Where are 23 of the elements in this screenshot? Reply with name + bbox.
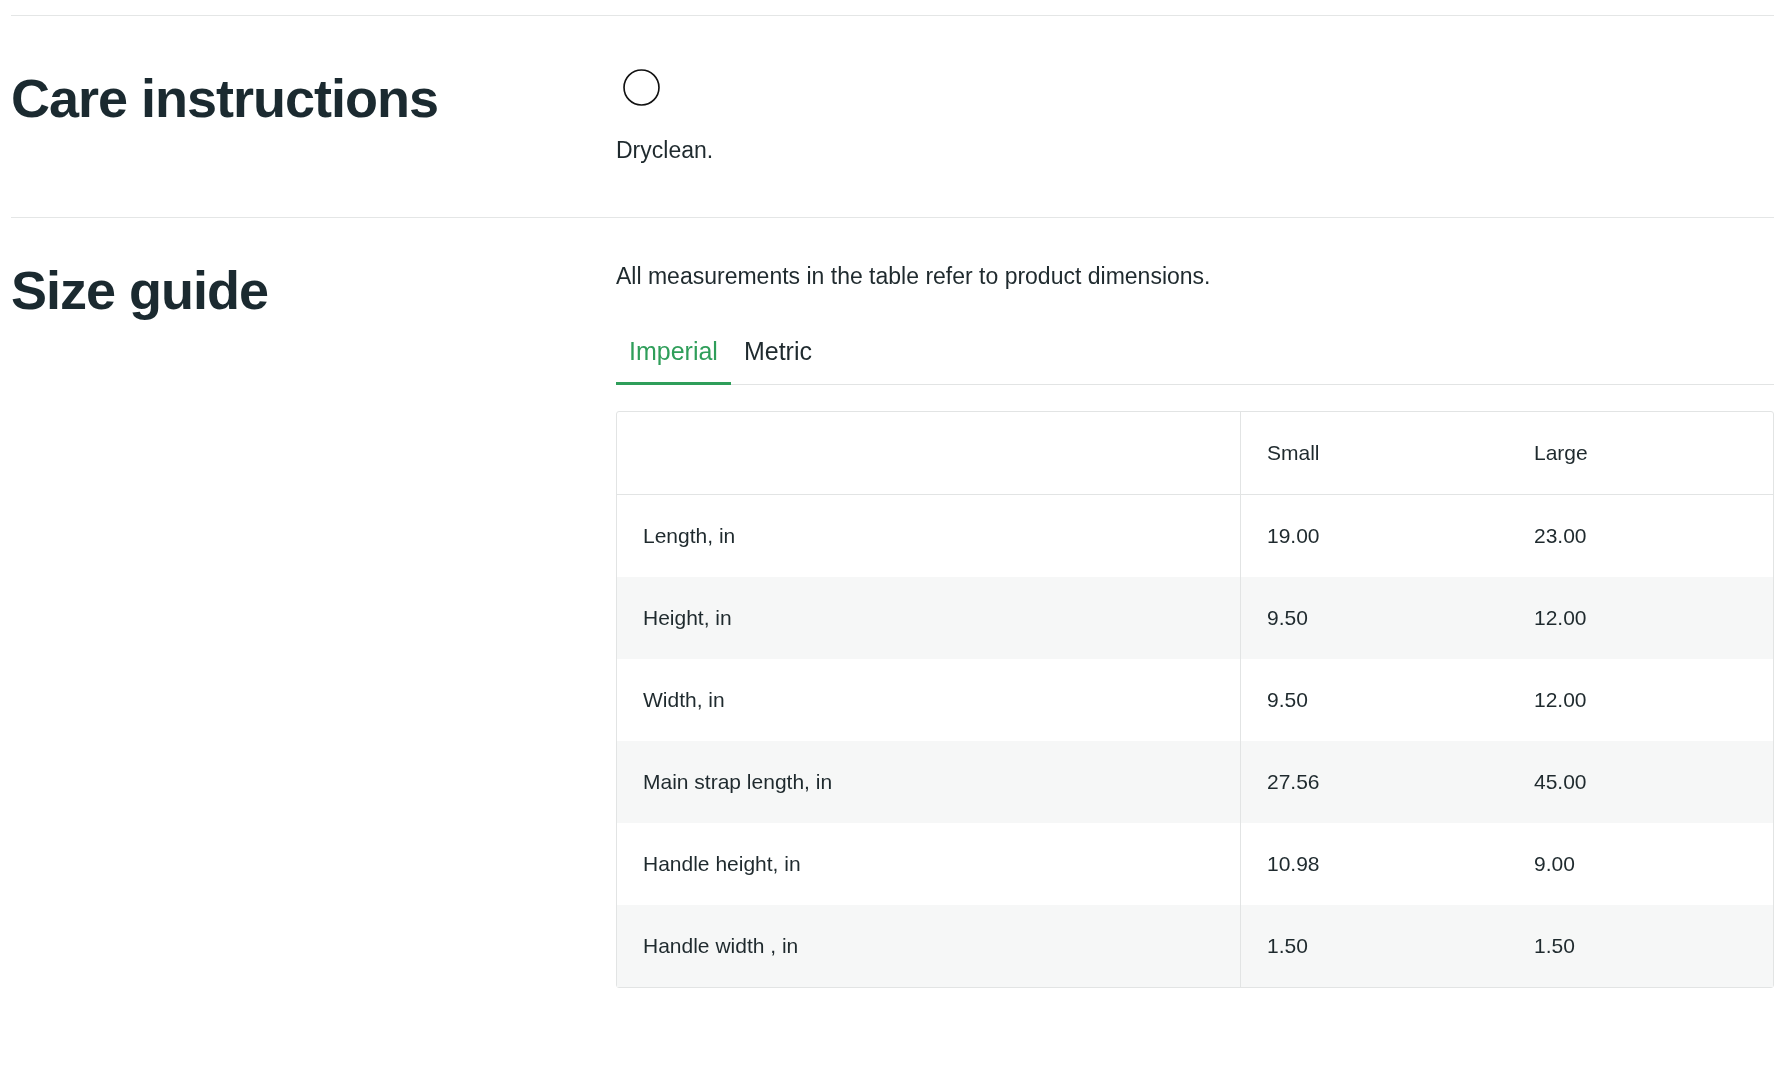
table-cell-text: 9.00 (1533, 851, 1576, 877)
table-cell-text: 9.50 (1266, 605, 1309, 631)
table-cell-text: 10.98 (1266, 851, 1321, 877)
section-heading: Size guide (11, 259, 270, 322)
column-header: Small (1266, 440, 1321, 466)
section-heading: Care instructions (11, 67, 440, 130)
intro-text: All measurements in the table refer to product dimensions. (616, 262, 1212, 291)
circle-icon (623, 69, 660, 106)
table-cell-text: 9.50 (1266, 687, 1309, 713)
row-label: Main strap length, in (617, 741, 1241, 823)
unit-tab[interactable]: Metric (730, 331, 825, 385)
column-header: Large (1533, 440, 1589, 466)
table-cell-text: 45.00 (1533, 769, 1588, 795)
table-cell-text: 1.50 (1533, 933, 1576, 959)
row-label: Height, in (617, 577, 1241, 659)
table-cell-text: 12.00 (1533, 605, 1588, 631)
table-cell-text: 23.00 (1533, 523, 1588, 549)
table-cell-text: 27.56 (1266, 769, 1321, 795)
row-label: Handle width , in (617, 905, 1241, 987)
table-cell-text: 19.00 (1266, 523, 1321, 549)
table-cell-text: 1.50 (1266, 933, 1309, 959)
care-text: Dryclean. (616, 136, 715, 165)
table-cell-text: 12.00 (1533, 687, 1588, 713)
